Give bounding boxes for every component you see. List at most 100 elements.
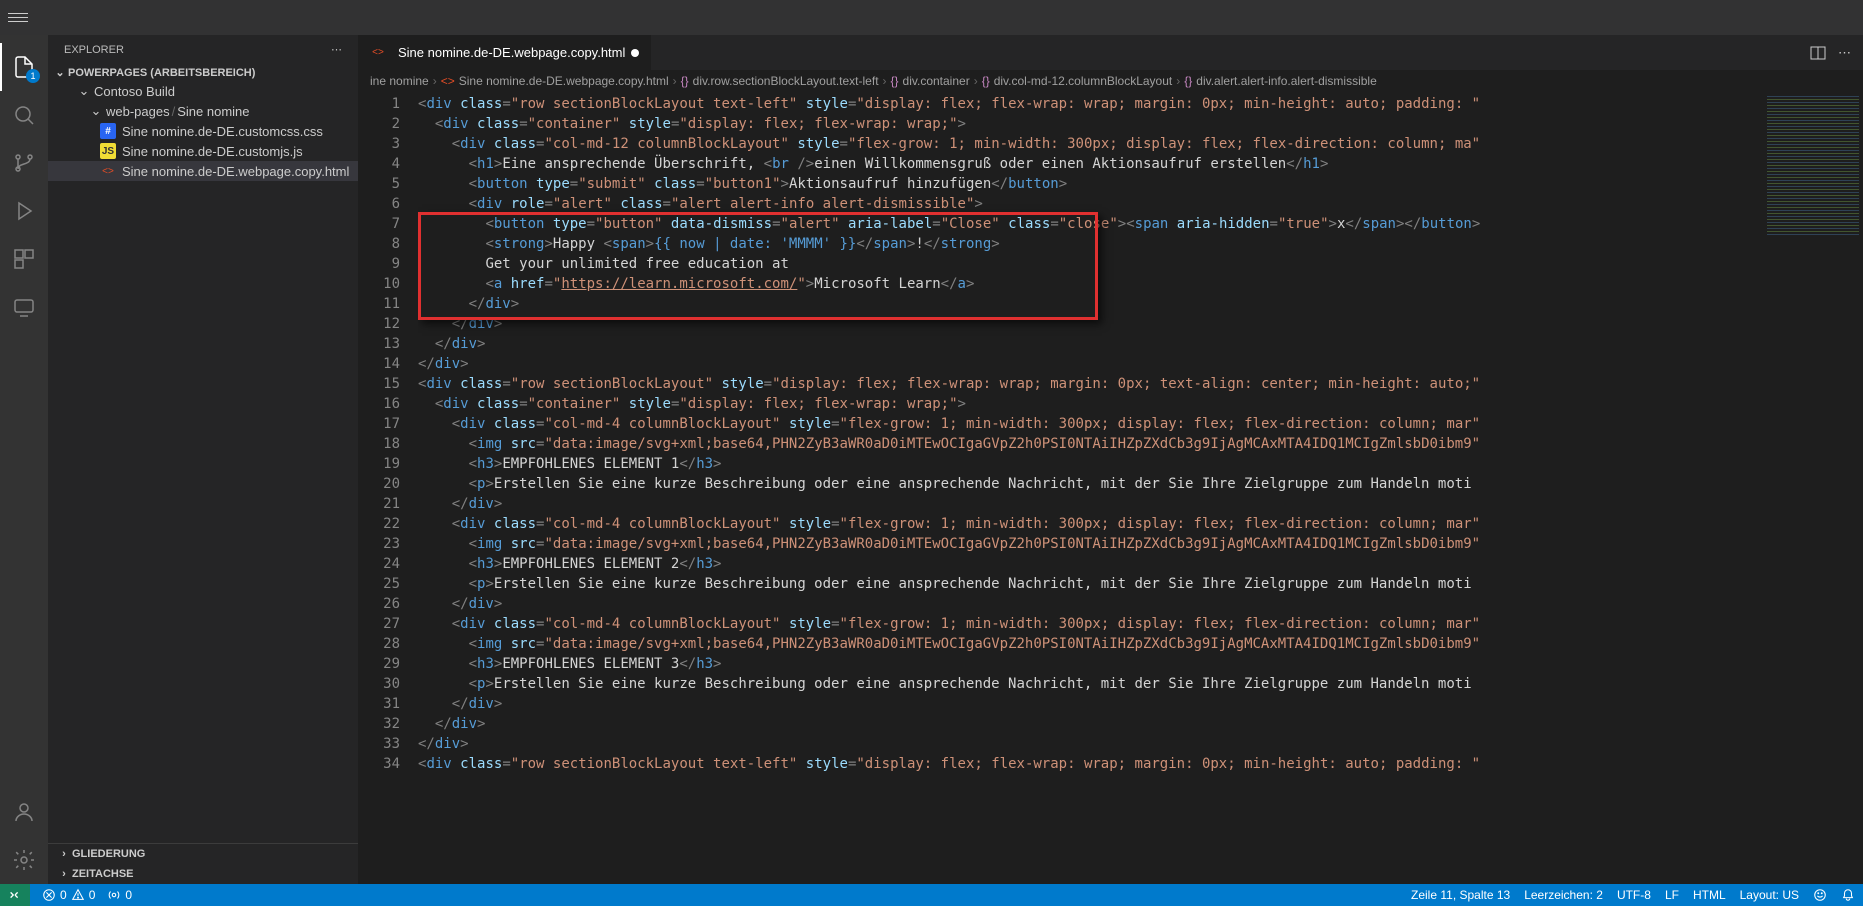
remote-button[interactable] xyxy=(0,884,30,906)
chevron-right-icon: › xyxy=(56,848,72,860)
split-editor-icon[interactable] xyxy=(1810,45,1826,61)
activity-source-control[interactable] xyxy=(0,139,48,187)
status-eol[interactable]: LF xyxy=(1665,888,1679,902)
activity-remote[interactable] xyxy=(0,283,48,331)
status-language[interactable]: HTML xyxy=(1693,888,1726,902)
gear-icon xyxy=(12,848,36,872)
folder-label: Contoso Build xyxy=(94,84,175,99)
chevron-right-icon: › xyxy=(56,868,72,880)
sidebar-header: EXPLORER ⋯ xyxy=(48,35,358,64)
chevron-right-icon: › xyxy=(673,74,677,88)
file-css[interactable]: # Sine nomine.de-DE.customcss.css xyxy=(48,121,358,141)
breadcrumb-segment[interactable]: Sine nomine.de-DE.webpage.copy.html xyxy=(459,74,669,88)
tab-label: Sine nomine.de-DE.webpage.copy.html xyxy=(398,45,625,60)
outline-label: GLIEDERUNG xyxy=(72,848,145,860)
status-spaces[interactable]: Leerzeichen: 2 xyxy=(1524,888,1603,902)
activity-run[interactable] xyxy=(0,187,48,235)
status-layout[interactable]: Layout: US xyxy=(1740,888,1799,902)
play-icon xyxy=(12,199,36,223)
activity-accounts[interactable] xyxy=(0,788,48,836)
explorer-badge: 1 xyxy=(26,69,40,83)
chevron-right-icon: › xyxy=(974,74,978,88)
folder-root[interactable]: ⌄ Contoso Build xyxy=(48,81,358,101)
error-count: 0 xyxy=(60,888,67,902)
folder-webpages[interactable]: ⌄ web-pages / Sine nomine xyxy=(48,101,358,121)
workspace-label: POWERPAGES (ARBEITSBEREICH) xyxy=(68,67,255,79)
brackets-icon: {} xyxy=(681,74,689,88)
file-tree: ⌄ Contoso Build ⌄ web-pages / Sine nomin… xyxy=(48,81,358,843)
editor-body[interactable]: 1234567891011121314151617181920212223242… xyxy=(358,92,1863,884)
tabs-actions: ⋯ xyxy=(1798,35,1863,70)
warning-count: 0 xyxy=(89,888,96,902)
title-bar xyxy=(0,0,1863,35)
chevron-down-icon: ⌄ xyxy=(88,103,104,119)
sidebar-bottom: › GLIEDERUNG › ZEITACHSE xyxy=(48,843,358,884)
more-icon[interactable]: ⋯ xyxy=(1838,45,1851,61)
feedback-icon[interactable] xyxy=(1813,888,1827,902)
breadcrumb-segment[interactable]: div.col-md-12.columnBlockLayout xyxy=(994,74,1173,88)
activity-explorer[interactable]: 1 xyxy=(0,43,48,91)
js-file-icon: JS xyxy=(100,143,116,159)
html-file-icon: <> xyxy=(100,163,116,179)
editor-area: <> Sine nomine.de-DE.webpage.copy.html ⋯… xyxy=(358,35,1863,884)
user-icon xyxy=(12,800,36,824)
status-line-col[interactable]: Zeile 11, Spalte 13 xyxy=(1411,888,1510,902)
breadcrumb-segment[interactable]: div.container xyxy=(903,74,970,88)
file-label: Sine nomine.de-DE.customjs.js xyxy=(122,144,303,159)
timeline-section[interactable]: › ZEITACHSE xyxy=(48,864,358,884)
activity-extensions[interactable] xyxy=(0,235,48,283)
file-js[interactable]: JS Sine nomine.de-DE.customjs.js xyxy=(48,141,358,161)
breadcrumb-segment[interactable]: ine nomine xyxy=(370,74,429,88)
html-file-icon: <> xyxy=(441,74,455,88)
ports-count: 0 xyxy=(125,888,132,902)
tabs-bar: <> Sine nomine.de-DE.webpage.copy.html ⋯ xyxy=(358,35,1863,70)
branch-icon xyxy=(12,151,36,175)
status-bar: 0 0 0 Zeile 11, Spalte 13 Leerzeichen: 2… xyxy=(0,884,1863,906)
broadcast-icon xyxy=(107,888,121,902)
outline-section[interactable]: › GLIEDERUNG xyxy=(48,844,358,864)
brackets-icon: {} xyxy=(1184,74,1192,88)
folder-label: Sine nomine xyxy=(177,104,249,119)
status-ports[interactable]: 0 xyxy=(107,888,132,902)
css-file-icon: # xyxy=(100,123,116,139)
dirty-indicator-icon xyxy=(631,49,639,57)
code-area[interactable]: <div class="row sectionBlockLayout text-… xyxy=(418,92,1763,884)
html-file-icon: <> xyxy=(370,45,386,61)
more-icon[interactable]: ⋯ xyxy=(331,43,342,56)
activity-search[interactable] xyxy=(0,91,48,139)
chevron-down-icon: ⌄ xyxy=(76,83,92,99)
remote-icon xyxy=(8,888,22,902)
breadcrumb-segment[interactable]: div.alert.alert-info.alert-dismissible xyxy=(1196,74,1377,88)
extensions-icon xyxy=(12,247,36,271)
folder-label: web-pages xyxy=(106,104,170,119)
brackets-icon: {} xyxy=(891,74,899,88)
minimap-content xyxy=(1767,96,1859,236)
breadcrumb-segment[interactable]: div.row.sectionBlockLayout.text-left xyxy=(693,74,879,88)
activity-settings[interactable] xyxy=(0,836,48,884)
file-label: Sine nomine.de-DE.webpage.copy.html xyxy=(122,164,349,179)
minimap[interactable] xyxy=(1763,92,1863,884)
search-icon xyxy=(12,103,36,127)
chevron-right-icon: › xyxy=(1176,74,1180,88)
remote-icon xyxy=(12,295,36,319)
error-icon xyxy=(42,888,56,902)
timeline-label: ZEITACHSE xyxy=(72,868,134,880)
hamburger-menu-icon[interactable] xyxy=(8,8,28,28)
explorer-label: EXPLORER xyxy=(64,44,124,56)
status-encoding[interactable]: UTF-8 xyxy=(1617,888,1651,902)
status-errors[interactable]: 0 0 xyxy=(42,888,95,902)
warning-icon xyxy=(71,888,85,902)
brackets-icon: {} xyxy=(982,74,990,88)
file-html[interactable]: <> Sine nomine.de-DE.webpage.copy.html xyxy=(48,161,358,181)
line-number-gutter: 1234567891011121314151617181920212223242… xyxy=(358,92,418,884)
chevron-right-icon: › xyxy=(883,74,887,88)
activity-bar: 1 xyxy=(0,35,48,884)
workspace-section[interactable]: ⌄ POWERPAGES (ARBEITSBEREICH) xyxy=(48,64,358,81)
breadcrumb[interactable]: ine nomine › <> Sine nomine.de-DE.webpag… xyxy=(358,70,1863,92)
tab-active[interactable]: <> Sine nomine.de-DE.webpage.copy.html xyxy=(358,35,652,70)
file-label: Sine nomine.de-DE.customcss.css xyxy=(122,124,323,139)
chevron-down-icon: ⌄ xyxy=(52,66,68,79)
sidebar: EXPLORER ⋯ ⌄ POWERPAGES (ARBEITSBEREICH)… xyxy=(48,35,358,884)
chevron-right-icon: › xyxy=(433,74,437,88)
bell-icon[interactable] xyxy=(1841,888,1855,902)
